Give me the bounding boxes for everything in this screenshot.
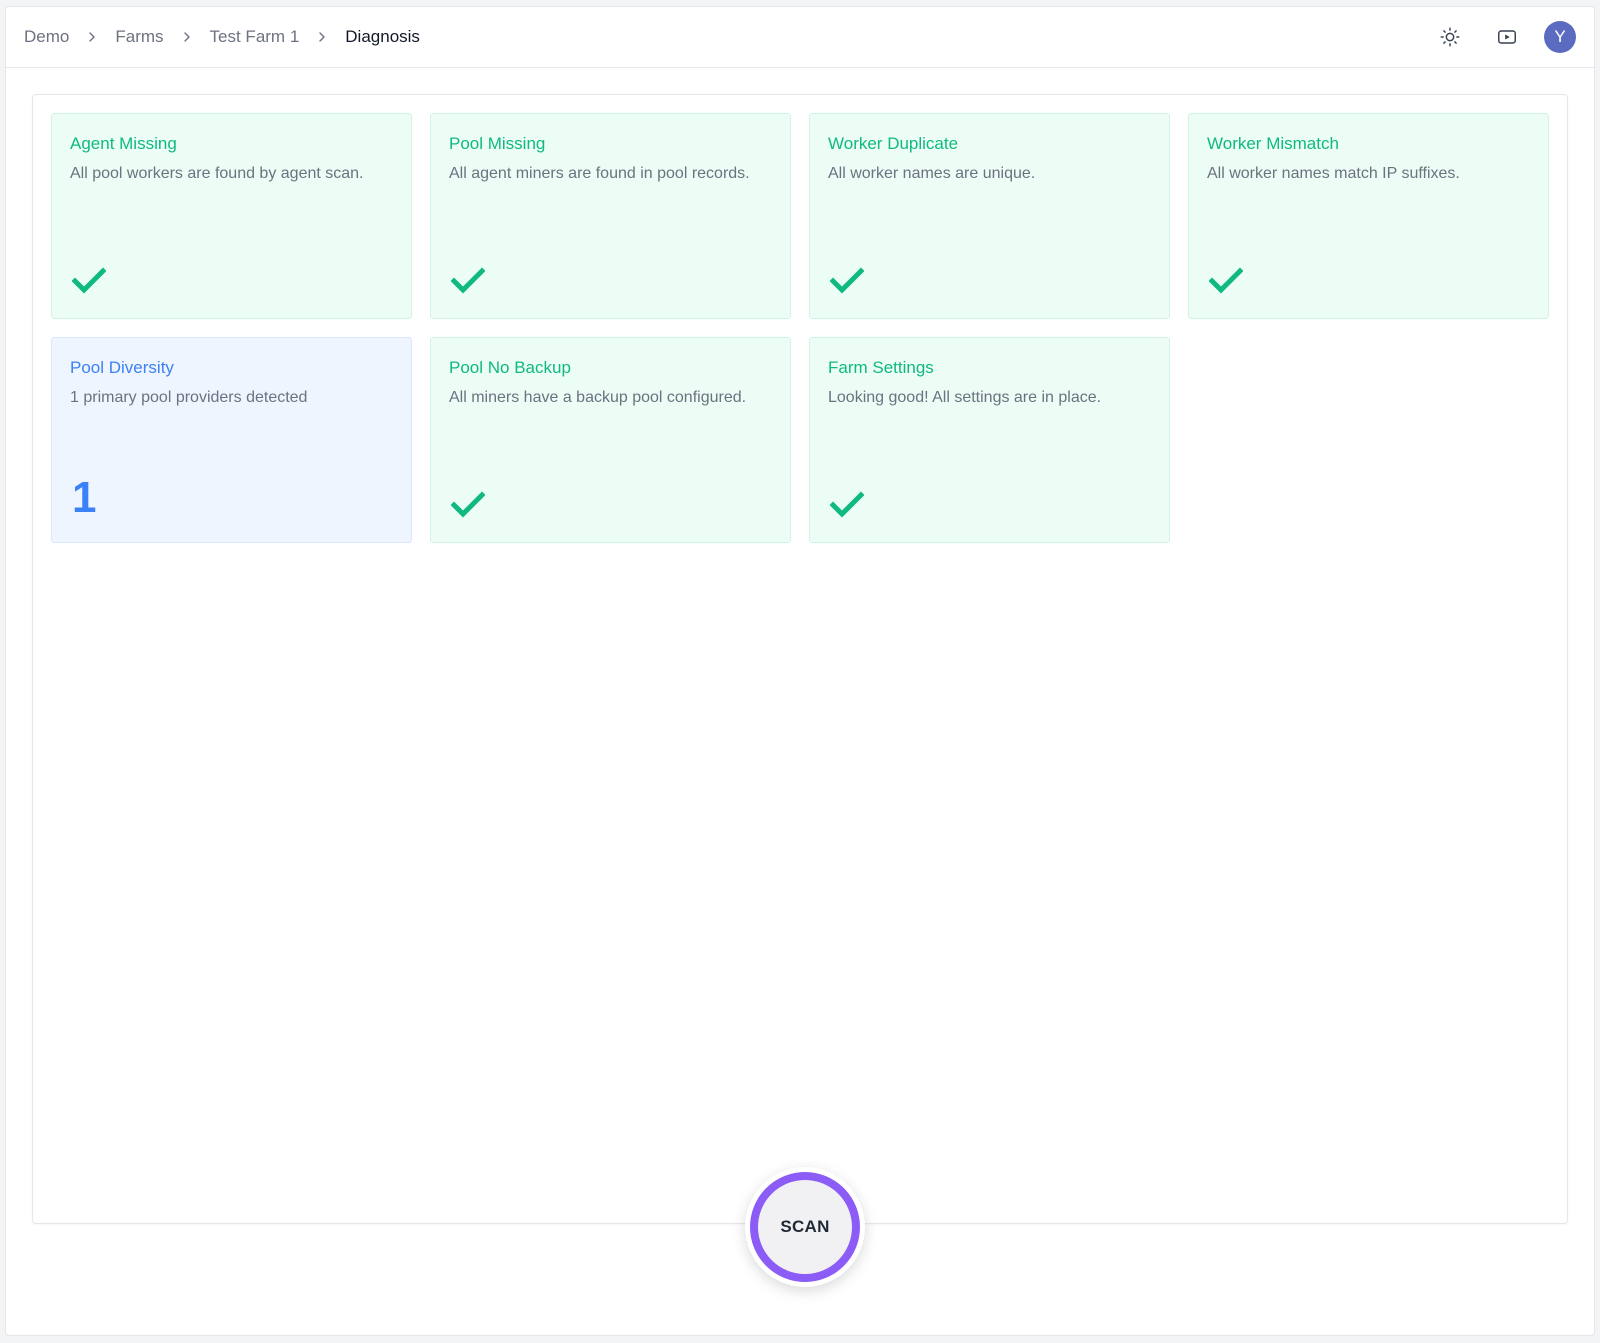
- breadcrumb-farms[interactable]: Farms: [115, 27, 163, 47]
- card-description: All pool workers are found by agent scan…: [70, 165, 364, 182]
- check-icon: [72, 266, 106, 296]
- scan-button[interactable]: SCAN: [750, 1172, 860, 1282]
- pool-count-value: 1: [72, 473, 97, 522]
- card-title: Pool Diversity: [70, 358, 174, 377]
- breadcrumb-test-farm[interactable]: Test Farm 1: [210, 27, 300, 47]
- breadcrumb: Demo Farms Test Farm 1 Diagnosis: [24, 27, 420, 47]
- breadcrumb-current: Diagnosis: [345, 27, 420, 46]
- card-title: Pool Missing: [449, 134, 546, 153]
- card-title: Farm Settings: [828, 358, 934, 377]
- scan-button-container: SCAN: [745, 1167, 865, 1287]
- check-icon: [451, 490, 485, 520]
- app-window: Demo Farms Test Farm 1 Diagnosis Y Agent…: [5, 6, 1595, 1336]
- chevron-right-icon: [178, 28, 196, 46]
- card-pool-no-backup[interactable]: Pool No Backup All miners have a backup …: [430, 337, 791, 543]
- play-video-icon: [1498, 30, 1516, 44]
- card-worker-mismatch[interactable]: Worker Mismatch All worker names match I…: [1188, 113, 1549, 319]
- card-title: Worker Mismatch: [1207, 134, 1339, 153]
- card-worker-duplicate[interactable]: Worker Duplicate All worker names are un…: [809, 113, 1170, 319]
- card-title: Agent Missing: [70, 134, 177, 153]
- card-title: Worker Duplicate: [828, 134, 959, 153]
- check-icon: [1209, 266, 1243, 296]
- header-actions: Y: [1413, 17, 1576, 57]
- theme-toggle-button[interactable]: [1430, 17, 1470, 57]
- user-avatar[interactable]: Y: [1544, 21, 1576, 53]
- card-description: 1 primary pool providers detected: [70, 389, 308, 406]
- card-description: All worker names are unique.: [828, 165, 1036, 182]
- sun-icon: [1440, 27, 1460, 47]
- check-icon: [830, 490, 864, 520]
- card-description: All worker names match IP suffixes.: [1207, 165, 1460, 182]
- top-bar: Demo Farms Test Farm 1 Diagnosis Y: [6, 7, 1594, 68]
- card-agent-missing[interactable]: Agent Missing All pool workers are found…: [51, 113, 412, 319]
- diagnosis-cards-grid: Agent Missing All pool workers are found…: [51, 113, 1549, 543]
- card-pool-missing[interactable]: Pool Missing All agent miners are found …: [430, 113, 791, 319]
- check-icon: [830, 266, 864, 296]
- breadcrumb-demo[interactable]: Demo: [24, 27, 69, 47]
- card-pool-diversity[interactable]: Pool Diversity 1 primary pool providers …: [51, 337, 412, 543]
- diagnosis-panel: Agent Missing All pool workers are found…: [32, 94, 1568, 1224]
- video-tutorial-button[interactable]: [1487, 17, 1527, 57]
- card-title: Pool No Backup: [449, 358, 571, 377]
- card-description: All miners have a backup pool configured…: [449, 389, 747, 406]
- card-description: All agent miners are found in pool recor…: [449, 165, 750, 182]
- check-icon: [451, 266, 485, 296]
- chevron-right-icon: [83, 28, 101, 46]
- card-description: Looking good! All settings are in place.: [828, 389, 1102, 406]
- card-farm-settings[interactable]: Farm Settings Looking good! All settings…: [809, 337, 1170, 543]
- chevron-right-icon: [313, 28, 331, 46]
